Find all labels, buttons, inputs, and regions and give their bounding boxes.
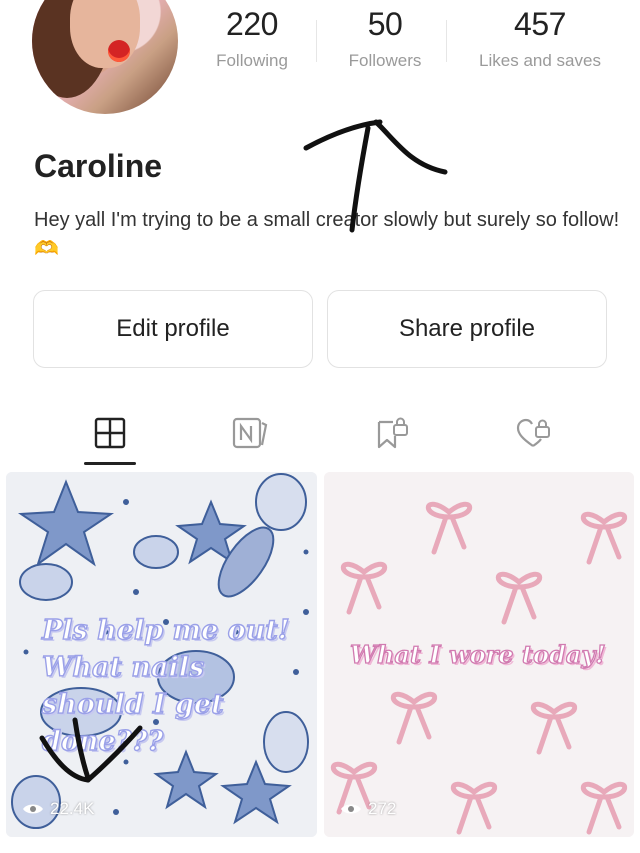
tab-saved[interactable] bbox=[362, 405, 422, 461]
post-card[interactable]: What I wore today! 272 bbox=[324, 472, 634, 837]
eye-icon bbox=[23, 804, 43, 814]
tab-liked[interactable] bbox=[503, 405, 563, 461]
stat-likes-label: Likes and saves bbox=[479, 51, 601, 70]
posts-grid-icon bbox=[94, 417, 126, 449]
stat-followers-value: 50 bbox=[367, 6, 403, 42]
profile-stats: 220 Following 50 Followers 457 Likes and… bbox=[190, 0, 640, 90]
post-card[interactable]: Pls help me out! What nails should I get… bbox=[6, 472, 317, 837]
posts-grid: Pls help me out! What nails should I get… bbox=[0, 472, 640, 853]
profile-bio: Hey yall I'm trying to be a small creato… bbox=[34, 209, 620, 260]
share-profile-button[interactable]: Share profile bbox=[327, 290, 607, 368]
profile-tabs bbox=[0, 405, 640, 467]
liked-lock-icon bbox=[516, 418, 550, 447]
post-views-count: 272 bbox=[368, 799, 397, 818]
saved-lock-icon bbox=[377, 417, 408, 449]
edit-profile-button[interactable]: Edit profile bbox=[33, 290, 313, 368]
stat-followers[interactable]: 50 Followers bbox=[340, 6, 430, 71]
active-tab-indicator bbox=[84, 462, 136, 465]
post-views: 22.4K bbox=[22, 799, 94, 819]
post-caption: What I wore today! bbox=[349, 639, 606, 669]
eye-icon bbox=[341, 804, 361, 814]
tab-notes[interactable] bbox=[221, 405, 281, 461]
post-views: 272 bbox=[340, 799, 396, 819]
avatar[interactable] bbox=[32, 0, 178, 114]
post-caption: Pls help me out! What nails should I get… bbox=[41, 614, 290, 757]
stat-following-value: 220 bbox=[226, 6, 278, 42]
stat-likes-value: 457 bbox=[514, 6, 566, 42]
post-views-count: 22.4K bbox=[50, 799, 95, 818]
stat-likes-saves[interactable]: 457 Likes and saves bbox=[470, 6, 610, 71]
tab-posts[interactable] bbox=[80, 405, 140, 461]
stat-divider bbox=[446, 20, 447, 62]
stat-following[interactable]: 220 Following bbox=[208, 6, 296, 71]
stat-divider bbox=[316, 20, 317, 62]
stat-followers-label: Followers bbox=[348, 51, 422, 70]
profile-name: Caroline bbox=[34, 148, 163, 184]
stat-following-label: Following bbox=[216, 51, 288, 70]
notes-icon bbox=[232, 417, 268, 449]
